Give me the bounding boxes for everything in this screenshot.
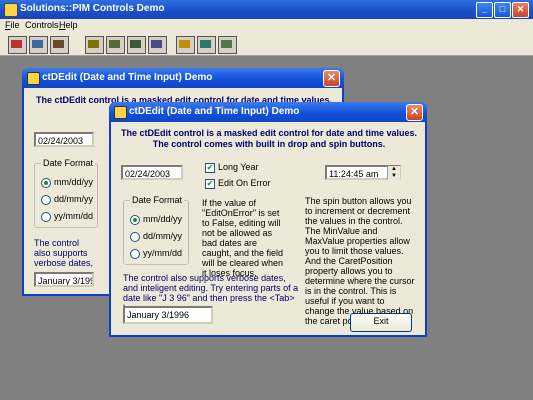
close-button[interactable]: ✕ — [512, 2, 529, 18]
back-date-field[interactable]: 02/24/2003 — [34, 132, 94, 147]
front-date-field[interactable]: 02/24/2003 — [121, 165, 183, 180]
front-verbose-field[interactable]: January 3/1996 — [123, 306, 213, 324]
front-dialog-title-bar: ctDEdit (Date and Time Input) Demo ✕ — [109, 102, 427, 122]
grid-icon[interactable] — [148, 36, 167, 54]
back-dialog-title: ctDEdit (Date and Time Input) Demo — [42, 72, 213, 83]
front-date-format-label: Date Format — [130, 195, 185, 205]
toolbar — [0, 33, 533, 56]
back-date-format-group: Date Format mm/dd/yy dd/mm/yy yy/mm/dd — [34, 158, 98, 228]
minimize-button[interactable]: _ — [476, 2, 493, 18]
card-icon[interactable] — [106, 36, 125, 54]
spin-note: The spin button allows you to increment … — [305, 196, 415, 326]
exit-button[interactable]: Exit — [350, 313, 412, 332]
hourglass-icon[interactable] — [50, 36, 69, 54]
edit-icon[interactable] — [197, 36, 216, 54]
book-icon[interactable] — [85, 36, 104, 54]
timer-icon[interactable] — [176, 36, 195, 54]
front-dialog-title: ctDEdit (Date and Time Input) Demo — [129, 106, 300, 117]
dialog-icon — [114, 106, 127, 119]
back-dialog-title-bar: ctDEdit (Date and Time Input) Demo ✕ — [22, 68, 344, 88]
time-value: 11:24:45 am — [329, 169, 379, 179]
calendar-icon[interactable] — [8, 36, 27, 54]
time-spin-button[interactable]: ▲ ▼ — [387, 166, 400, 180]
front-dialog-close-button[interactable]: ✕ — [406, 104, 423, 121]
dialog-icon — [27, 72, 40, 85]
back-date-format-label: Date Format — [41, 158, 96, 168]
menu-help[interactable]: Help — [59, 20, 78, 30]
back-dialog-close-button[interactable]: ✕ — [323, 70, 340, 87]
menu-file[interactable]: File — [5, 20, 20, 30]
edit-on-error-note: If the value of "EditOnError" is set to … — [202, 198, 284, 278]
main-title-bar: Solutions::PIM Controls Demo _ □ ✕ — [0, 0, 533, 19]
spin-up-icon[interactable]: ▲ — [388, 166, 400, 173]
menu-bar: File Controls Help — [0, 19, 533, 33]
app-icon — [4, 3, 18, 17]
list-icon[interactable] — [29, 36, 48, 54]
back-verbose-note: The control also supports verbose dates,… — [34, 238, 94, 268]
maximize-button[interactable]: □ — [494, 2, 511, 18]
back-verbose-field[interactable]: January 3/1996 — [34, 272, 94, 287]
form-icon[interactable] — [218, 36, 237, 54]
spin-down-icon[interactable]: ▼ — [388, 173, 400, 180]
front-dialog: ctDEdit (Date and Time Input) Demo ✕ The… — [109, 102, 427, 337]
menu-controls[interactable]: Controls — [25, 20, 59, 30]
front-dialog-description: The ctDEdit control is a masked edit con… — [120, 128, 418, 149]
front-date-format-group: Date Format mm/dd/yy dd/mm/yy yy/mm/dd — [123, 195, 189, 265]
phone-icon[interactable] — [127, 36, 146, 54]
app-title: Solutions::PIM Controls Demo — [20, 3, 165, 14]
